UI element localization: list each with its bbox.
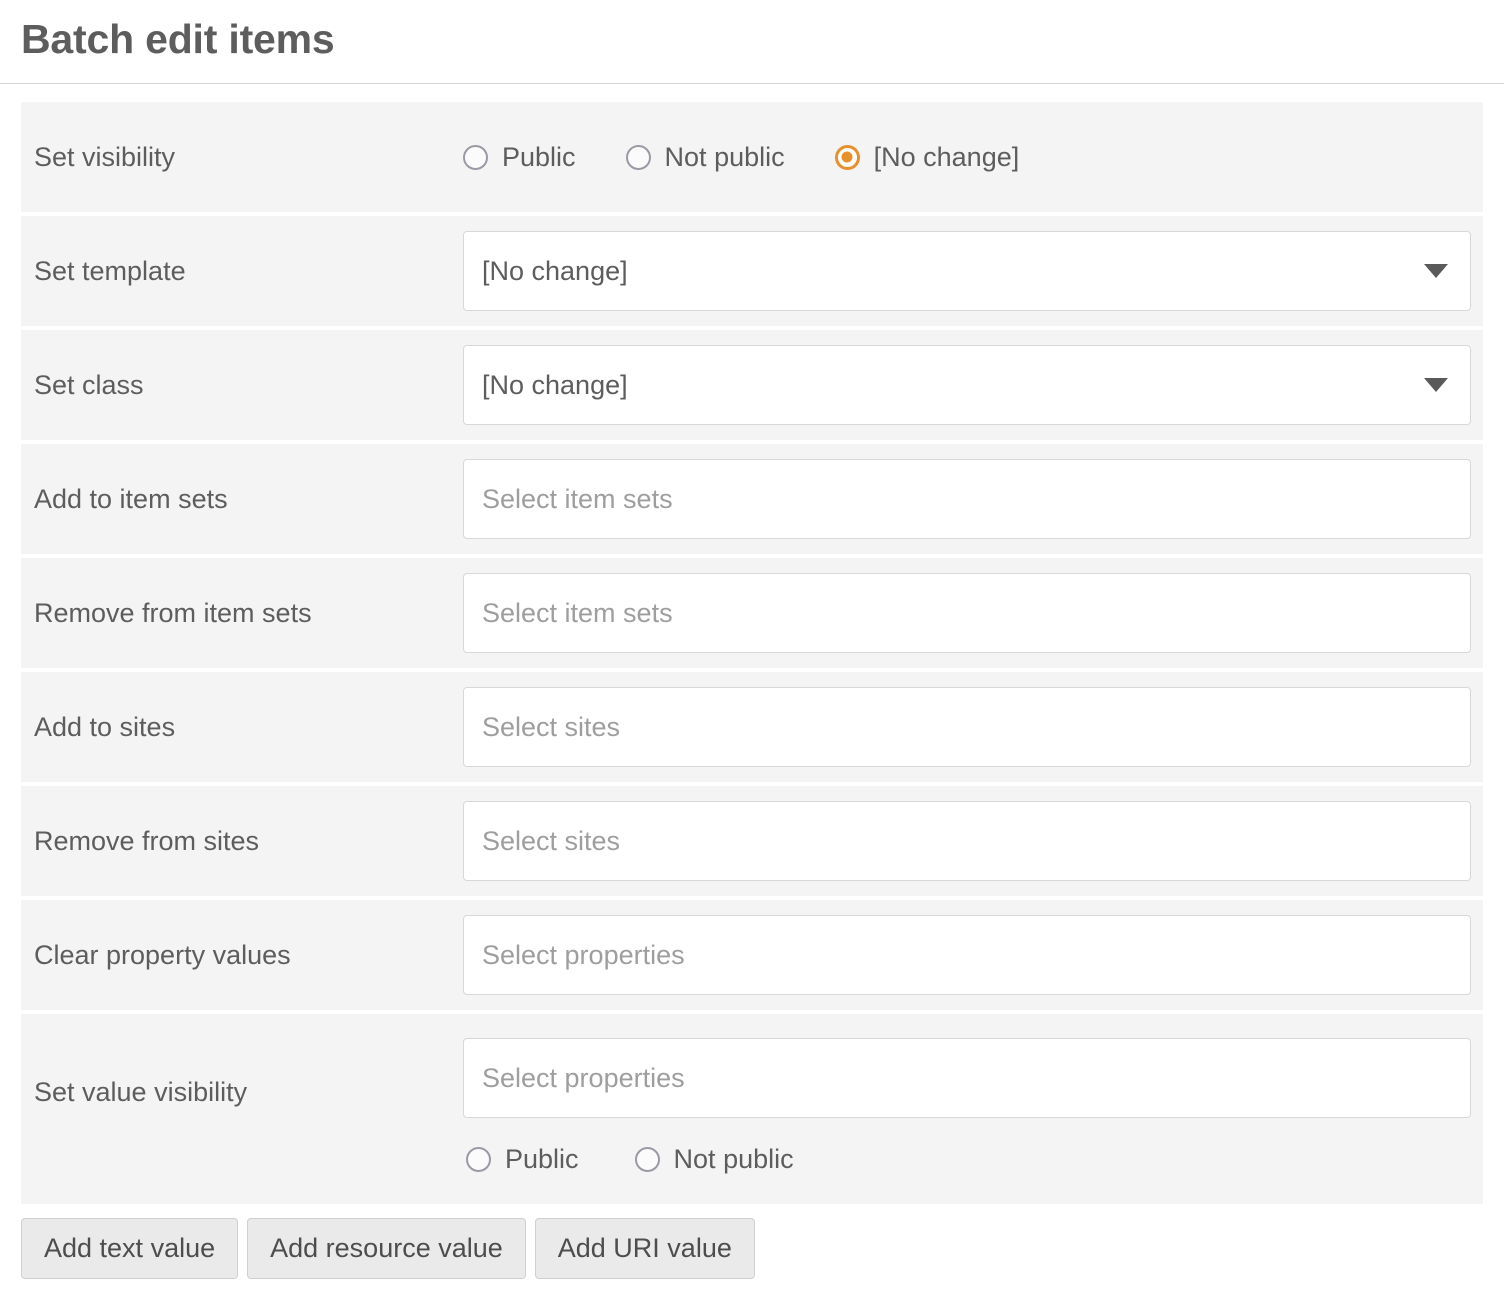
form-row-remove-from-sites: Remove from sites Select sites <box>21 786 1483 897</box>
radio-label: Not public <box>664 141 785 172</box>
radio-label: Public <box>502 141 576 172</box>
radio-option-no-change[interactable]: [No change] <box>834 141 1020 173</box>
radio-label: Public <box>505 1144 579 1175</box>
row-control: Select item sets <box>463 573 1471 654</box>
clear-property-values-input[interactable]: Select properties <box>463 915 1471 996</box>
form-row-add-to-item-sets: Add to item sets Select item sets <box>21 444 1483 555</box>
input-placeholder: Select sites <box>482 825 621 856</box>
radio-option-value-not-public[interactable]: Not public <box>634 1144 794 1175</box>
input-placeholder: Select item sets <box>482 597 673 628</box>
row-control: [No change] <box>463 345 1471 426</box>
input-placeholder: Select sites <box>482 711 621 742</box>
form-row-set-value-visibility: Set value visibility Select properties P… <box>21 1014 1483 1205</box>
chevron-down-icon[interactable] <box>1424 378 1448 393</box>
row-control: Public Not public [No change] <box>463 142 1471 173</box>
form-row-add-to-sites: Add to sites Select sites <box>21 672 1483 783</box>
row-label: Set value visibility <box>34 1077 248 1108</box>
add-text-value-button[interactable]: Add text value <box>21 1218 239 1280</box>
set-value-visibility-radio-group: Public Not public <box>466 1144 1471 1175</box>
radio-option-not-public[interactable]: Not public <box>625 141 785 173</box>
radio-option-value-public[interactable]: Public <box>466 1144 579 1175</box>
row-control: Select properties <box>463 915 1471 996</box>
input-placeholder: Select properties <box>482 1062 685 1093</box>
form-row-set-visibility: Set visibility Public Not public [No cha… <box>21 102 1483 213</box>
row-control: Select item sets <box>463 459 1471 540</box>
select-value: [No change] <box>482 369 628 400</box>
remove-from-sites-input[interactable]: Select sites <box>463 801 1471 882</box>
radio-option-public[interactable]: Public <box>463 142 576 173</box>
row-label: Add to item sets <box>34 483 228 514</box>
input-placeholder: Select properties <box>482 939 685 970</box>
set-class-select[interactable]: [No change] <box>463 345 1471 426</box>
page-title: Batch edit items <box>21 16 335 62</box>
radio-circle-icon[interactable] <box>625 144 651 170</box>
add-to-sites-input[interactable]: Select sites <box>463 687 1471 768</box>
row-label: Set class <box>34 369 144 400</box>
radio-circle-selected-icon[interactable] <box>834 144 860 170</box>
radio-circle-icon[interactable] <box>634 1147 660 1173</box>
form-row-set-class: Set class [No change] <box>21 330 1483 441</box>
row-control: [No change] <box>463 231 1471 312</box>
row-control: Select sites <box>463 801 1471 882</box>
add-value-button-bar: Add text value Add resource value Add UR… <box>21 1218 1504 1280</box>
radio-label: [No change] <box>873 141 1020 172</box>
row-label: Add to sites <box>34 711 176 742</box>
chevron-down-icon[interactable] <box>1424 264 1448 279</box>
row-label: Set visibility <box>34 141 176 172</box>
set-visibility-radio-group: Public Not public [No change] <box>463 142 1471 173</box>
input-placeholder: Select item sets <box>482 483 673 514</box>
row-label: Set template <box>34 255 186 286</box>
page-header: Batch edit items <box>0 0 1504 83</box>
row-label: Clear property values <box>34 939 291 970</box>
form-row-clear-property-values: Clear property values Select properties <box>21 900 1483 1011</box>
add-uri-value-button[interactable]: Add URI value <box>534 1218 755 1280</box>
radio-circle-icon[interactable] <box>463 144 488 170</box>
form-row-remove-from-item-sets: Remove from item sets Select item sets <box>21 558 1483 669</box>
row-control: Select sites <box>463 687 1471 768</box>
radio-label: Not public <box>673 1144 794 1175</box>
set-value-visibility-input[interactable]: Select properties <box>463 1038 1471 1119</box>
row-label: Remove from sites <box>34 825 260 856</box>
add-resource-value-button[interactable]: Add resource value <box>247 1218 526 1280</box>
add-to-item-sets-input[interactable]: Select item sets <box>463 459 1471 540</box>
form-row-set-template: Set template [No change] <box>21 216 1483 327</box>
radio-circle-icon[interactable] <box>466 1147 491 1173</box>
row-control: Select properties Public Not public <box>463 1038 1471 1175</box>
remove-from-item-sets-input[interactable]: Select item sets <box>463 573 1471 654</box>
row-label: Remove from item sets <box>34 597 312 628</box>
select-value: [No change] <box>482 255 628 286</box>
batch-edit-form: Set visibility Public Not public [No cha… <box>0 84 1504 1205</box>
set-template-select[interactable]: [No change] <box>463 231 1471 312</box>
